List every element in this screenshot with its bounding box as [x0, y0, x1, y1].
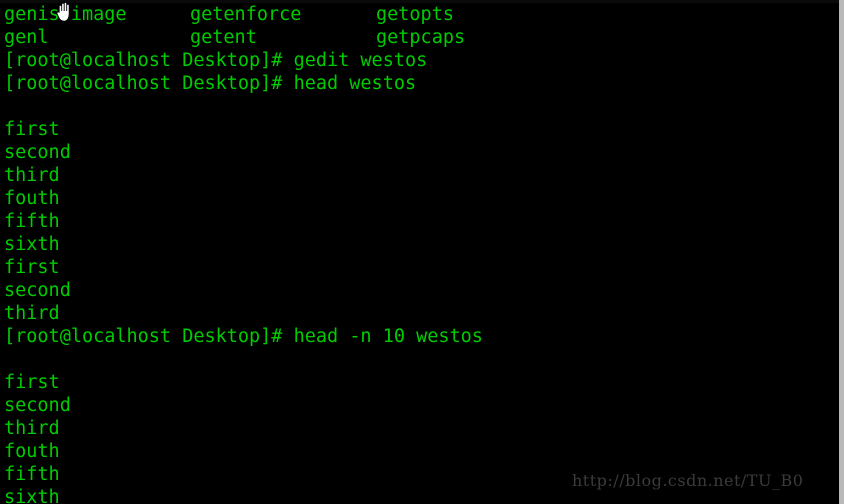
watermark-url: http://blog.csdn.net/TU_B0: [572, 471, 804, 490]
output-line: fifth: [4, 211, 60, 232]
window-right-edge: [839, 0, 844, 504]
output-line: first: [4, 257, 60, 278]
output-line: fouth: [4, 441, 60, 462]
completion-item-genisoimage: genisoimage: [4, 4, 127, 25]
completion-row-2: genl getent getpcaps: [0, 26, 838, 49]
output-line: second: [4, 142, 71, 163]
output-line: third: [4, 418, 60, 439]
terminal-output-area[interactable]: genisoimage getenforce getopts genl gete…: [0, 3, 838, 504]
output-line: fouth: [4, 188, 60, 209]
completion-item-genl: genl: [4, 27, 49, 48]
completion-item-getenforce: getenforce: [190, 4, 302, 25]
output-line: first: [4, 119, 60, 140]
output-line: sixth: [4, 234, 60, 255]
completion-item-getpcaps: getpcaps: [376, 27, 466, 48]
command-line-head: [root@localhost Desktop]# head westos: [4, 73, 417, 94]
completion-item-getopts: getopts: [376, 4, 454, 25]
command-line-gedit: [root@localhost Desktop]# gedit westos: [4, 50, 428, 71]
command-line-head-n10: [root@localhost Desktop]# head -n 10 wes…: [4, 326, 483, 347]
output-line: second: [4, 395, 71, 416]
output-line: second: [4, 280, 71, 301]
completion-row-1: genisoimage getenforce getopts: [0, 3, 838, 26]
output-line: third: [4, 165, 60, 186]
output-line: third: [4, 303, 60, 324]
completion-item-getent: getent: [190, 27, 257, 48]
output-line: first: [4, 372, 60, 393]
terminal-window[interactable]: genisoimage getenforce getopts genl gete…: [0, 0, 844, 504]
